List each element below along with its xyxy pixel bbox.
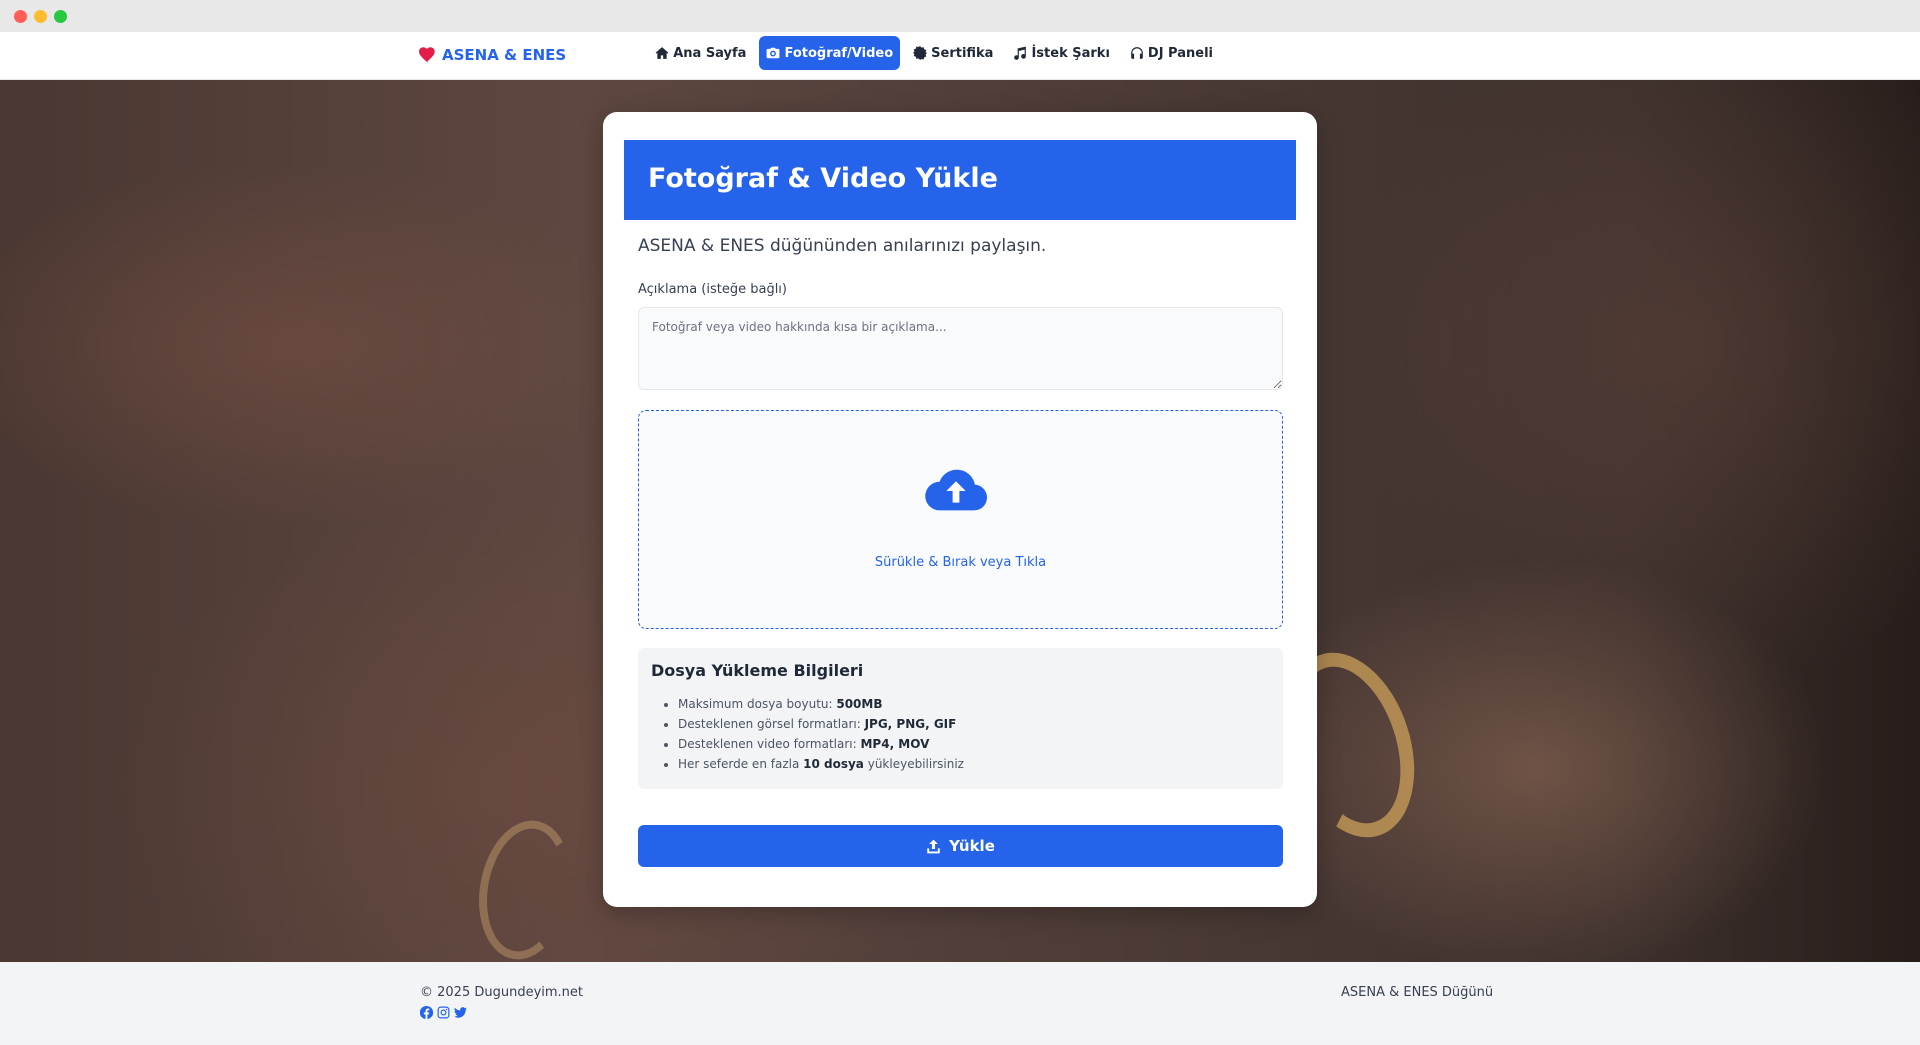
brand-name: ASENA & ENES (442, 46, 567, 64)
ring-image-detail (468, 813, 582, 962)
info-item: Desteklenen görsel formatları: JPG, PNG,… (678, 714, 964, 734)
instagram-icon[interactable] (437, 1006, 450, 1019)
music-icon (1014, 46, 1027, 60)
nav-item-label: DJ Paneli (1147, 45, 1213, 61)
heart-icon (419, 47, 435, 63)
close-window-button[interactable] (14, 10, 27, 23)
upload-button[interactable]: Yükle (638, 825, 1283, 867)
nav-item-label: İstek Şarkı (1031, 45, 1110, 61)
nav-item-label: Fotoğraf/Video (784, 45, 894, 61)
description-label: Açıklama (isteğe bağlı) (638, 282, 787, 297)
camera-icon (767, 47, 780, 59)
info-item: Desteklenen video formatları: MP4, MOV (678, 734, 964, 754)
info-item: Maksimum dosya boyutu: 500MB (678, 694, 964, 714)
nav-item-label: Sertifika (931, 45, 994, 61)
footer-event-name: ASENA & ENES Düğünü (1341, 985, 1494, 1000)
nav-item-dj-panel[interactable]: DJ Paneli (1123, 36, 1220, 70)
upload-card: Fotoğraf & Video Yükle ASENA & ENES düğü… (603, 112, 1317, 907)
cloud-upload-icon (925, 469, 987, 511)
upload-info-panel: Dosya Yükleme Bilgileri Maksimum dosya b… (638, 648, 1283, 789)
nav-item-certificate[interactable]: Sertifika (906, 36, 1000, 70)
card-header: Fotoğraf & Video Yükle (624, 140, 1296, 220)
description-textarea[interactable] (638, 307, 1283, 390)
page-title: Fotoğraf & Video Yükle (648, 163, 998, 194)
footer: © 2025 Dugundeyim.net ASENA & ENES Düğün… (0, 962, 1920, 1045)
nav-item-photo-video[interactable]: Fotoğraf/Video (759, 36, 901, 70)
twitter-icon[interactable] (454, 1006, 467, 1019)
file-dropzone[interactable]: Sürükle & Bırak veya Tıkla (638, 410, 1283, 629)
facebook-icon[interactable] (420, 1006, 433, 1019)
nav-item-label: Ana Sayfa (673, 45, 747, 61)
navbar: ASENA & ENES Ana Sayfa Fotoğraf/Video Se… (0, 32, 1920, 80)
info-item: Her seferde en fazla 10 dosya yükleyebil… (678, 754, 964, 774)
window-titlebar (0, 0, 1920, 32)
upload-icon (927, 839, 940, 853)
nav-item-home[interactable]: Ana Sayfa (648, 36, 753, 70)
info-list: Maksimum dosya boyutu: 500MB Desteklenen… (678, 694, 964, 774)
social-links (420, 1006, 467, 1019)
minimize-window-button[interactable] (34, 10, 47, 23)
page-subtitle: ASENA & ENES düğününden anılarınızı payl… (638, 236, 1047, 256)
main-nav: Ana Sayfa Fotoğraf/Video Sertifika İstek… (648, 36, 1220, 70)
info-title: Dosya Yükleme Bilgileri (651, 661, 864, 680)
dropzone-text: Sürükle & Bırak veya Tıkla (874, 555, 1047, 570)
footer-copyright: © 2025 Dugundeyim.net (420, 985, 584, 1000)
brand-link[interactable]: ASENA & ENES (419, 46, 566, 64)
home-icon (655, 47, 669, 59)
maximize-window-button[interactable] (54, 10, 67, 23)
nav-item-song-request[interactable]: İstek Şarkı (1006, 36, 1116, 70)
headphones-icon (1131, 47, 1143, 59)
upload-button-label: Yükle (949, 837, 995, 855)
certificate-icon (913, 46, 928, 60)
